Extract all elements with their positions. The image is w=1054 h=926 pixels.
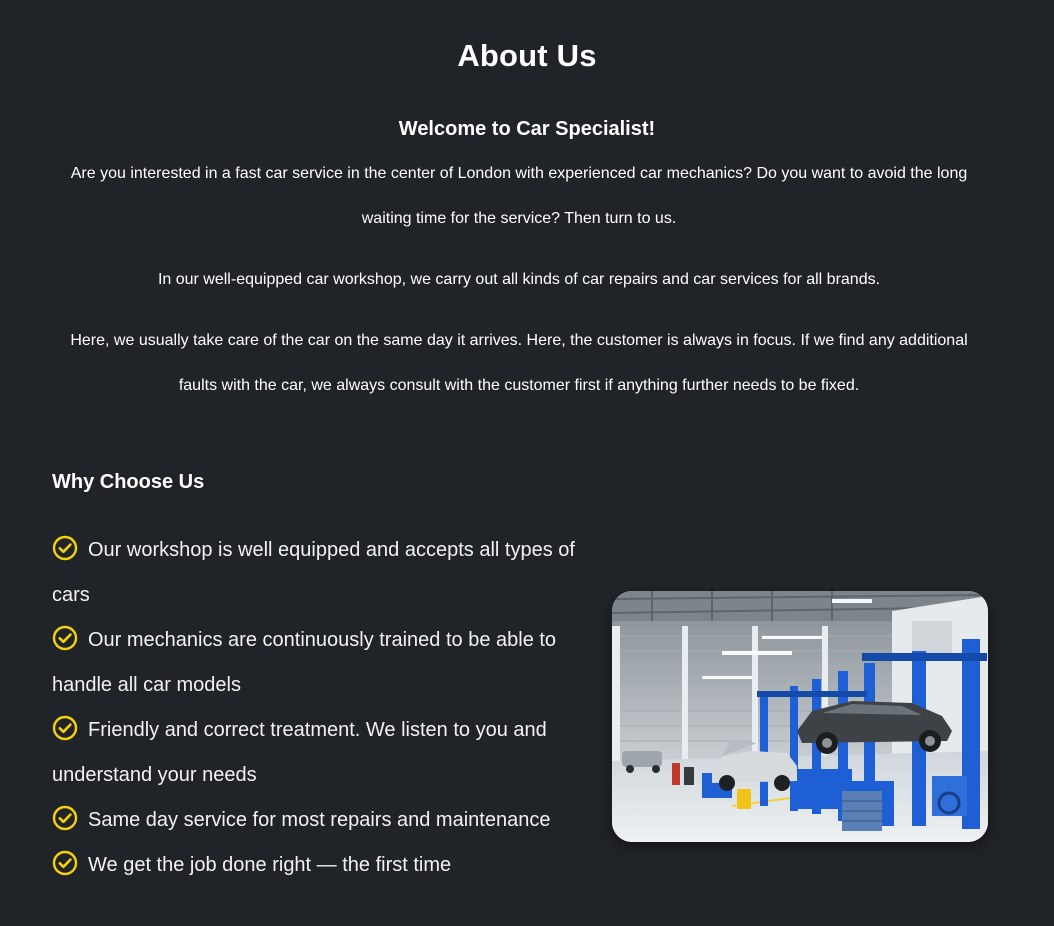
welcome-heading: Welcome to Car Specialist! <box>398 118 656 140</box>
feature-item-4: Same day service for most repairs and ma… <box>52 798 597 843</box>
check-circle-icon <box>52 533 78 561</box>
page-title: About Us <box>457 38 597 73</box>
about-paragraph-3: Here, we usually take care of the car on… <box>70 332 968 394</box>
about-paragraph-1: Are you interested in a fast car service… <box>70 165 968 227</box>
about-section: About Us Welcome to Car Specialist! Are … <box>0 0 1054 926</box>
feature-text: Friendly and correct treatment. We liste… <box>52 719 547 786</box>
feature-text: Our mechanics are continuously trained t… <box>52 629 557 696</box>
check-circle-icon <box>52 623 78 651</box>
feature-item-3: Friendly and correct treatment. We liste… <box>52 708 597 798</box>
feature-text: Same day service for most repairs and ma… <box>88 809 551 831</box>
check-circle-icon <box>52 803 78 831</box>
feature-text: We get the job done right — the first ti… <box>88 854 452 876</box>
about-paragraph-2: In our well-equipped car workshop, we ca… <box>157 271 881 288</box>
why-choose-us-heading: Why Choose Us <box>52 471 205 493</box>
feature-item-2: Our mechanics are continuously trained t… <box>52 618 597 708</box>
check-circle-icon <box>52 713 78 741</box>
feature-item-5: We get the job done right — the first ti… <box>52 843 597 888</box>
workshop-photo <box>612 591 988 842</box>
check-circle-icon <box>52 848 78 876</box>
feature-list: Our workshop is well equipped and accept… <box>52 528 597 888</box>
feature-item-1: Our workshop is well equipped and accept… <box>52 528 597 618</box>
feature-text: Our workshop is well equipped and accept… <box>52 539 575 606</box>
